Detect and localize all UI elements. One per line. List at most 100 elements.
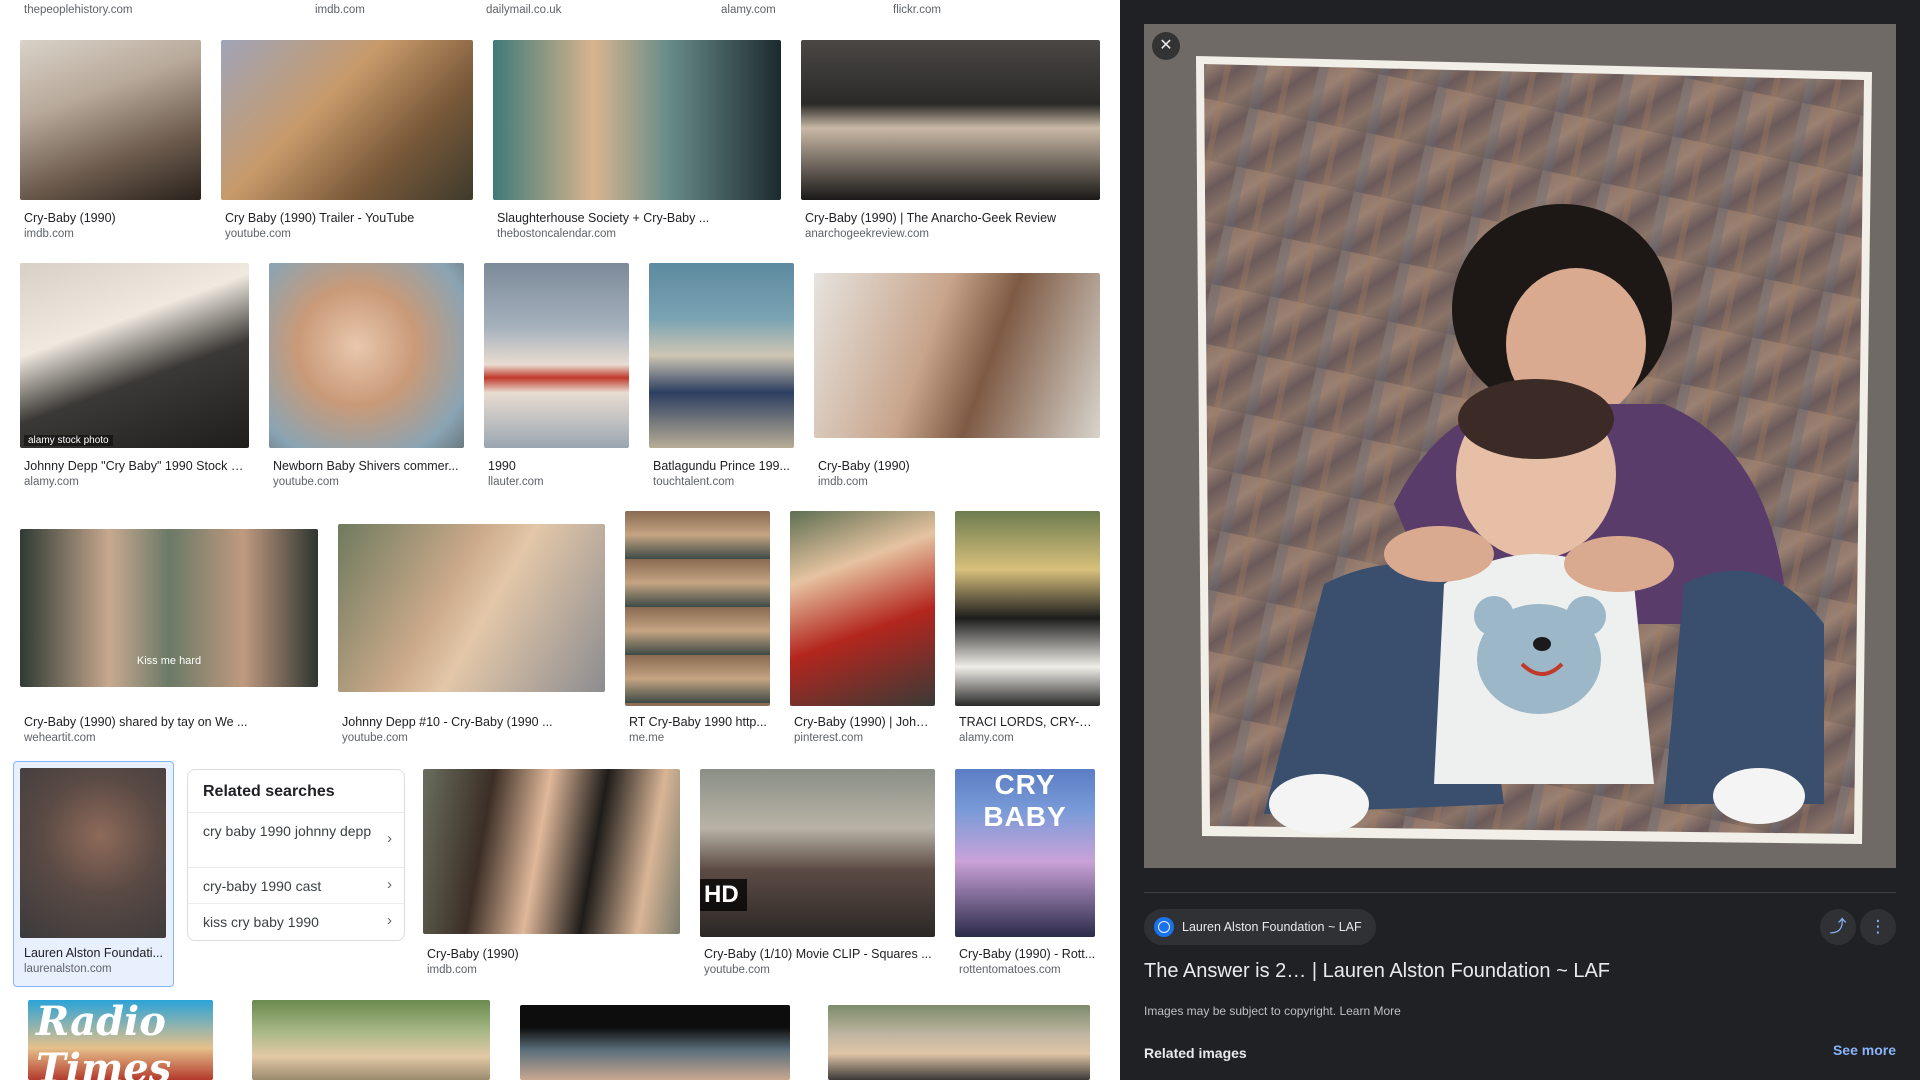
- result-title[interactable]: Cry-Baby (1990): [427, 946, 678, 962]
- image-result[interactable]: Kiss me hard Cry-Baby (1990) shared by t…: [20, 511, 318, 749]
- copyright-text: Images may be subject to copyright.: [1144, 1004, 1337, 1018]
- image-result[interactable]: Cry-Baby (1990) | John... pinterest.com: [790, 511, 935, 749]
- result-thumbnail[interactable]: [20, 768, 166, 938]
- image-result[interactable]: Cry-Baby (1990) imdb.com: [20, 40, 201, 245]
- result-thumbnail[interactable]: [790, 511, 935, 706]
- result-source: anarchogeekreview.com: [805, 228, 930, 240]
- result-thumbnail[interactable]: [484, 263, 629, 448]
- result-source: imdb.com: [427, 964, 477, 976]
- thumbnail-caption: Kiss me hard: [136, 655, 202, 667]
- result-thumbnail[interactable]: [20, 40, 201, 200]
- result-title[interactable]: Johnny Depp "Cry Baby" 1990 Stock P...: [24, 458, 247, 474]
- see-more-link[interactable]: See more: [1833, 1042, 1896, 1058]
- result-source: youtube.com: [704, 964, 770, 976]
- divider: [1144, 892, 1896, 893]
- result-title[interactable]: Cry-Baby (1990) shared by tay on We ...: [24, 714, 316, 730]
- source-chip[interactable]: Lauren Alston Foundation ~ LAF: [1144, 909, 1376, 945]
- result-thumbnail[interactable]: [423, 769, 680, 934]
- image-result-selected[interactable]: Lauren Alston Foundati... laurenalston.co…: [20, 768, 166, 982]
- related-searches-title: Related searches: [203, 783, 335, 800]
- more-vert-icon[interactable]: ⋮: [1860, 909, 1896, 945]
- result-thumbnail[interactable]: [252, 1000, 490, 1080]
- source-label[interactable]: Lauren Alston Foundation ~ LAF: [1182, 920, 1362, 934]
- result-thumbnail[interactable]: Kiss me hard: [20, 529, 318, 687]
- chevron-right-icon: ›: [387, 876, 392, 893]
- top-source-1: thepeoplehistory.com: [24, 4, 133, 16]
- result-title[interactable]: Johnny Depp #10 - Cry-Baby (1990 ...: [342, 714, 603, 730]
- share-icon[interactable]: ⤴: [1820, 909, 1856, 945]
- result-source: weheartit.com: [24, 732, 96, 744]
- result-thumbnail[interactable]: [493, 40, 781, 200]
- result-title[interactable]: Slaughterhouse Society + Cry-Baby ...: [497, 210, 779, 226]
- image-result[interactable]: Cry-Baby (1990) imdb.com: [814, 263, 1100, 493]
- result-title[interactable]: Batlagundu Prince 199...: [653, 458, 792, 474]
- result-thumbnail[interactable]: [269, 263, 464, 448]
- result-source: alamy.com: [959, 732, 1014, 744]
- image-result[interactable]: Batlagundu Prince 199... touchtalent.com: [649, 263, 794, 493]
- related-search-label[interactable]: cry baby 1990 johnny depp: [203, 822, 373, 840]
- result-thumbnail[interactable]: Radio Times: [28, 1000, 213, 1080]
- learn-more-link[interactable]: Learn More: [1339, 1004, 1400, 1018]
- result-thumbnail[interactable]: [828, 1005, 1090, 1080]
- result-title[interactable]: Cry-Baby (1/10) Movie CLIP - Squares ...: [704, 946, 933, 962]
- close-icon[interactable]: ✕: [1152, 32, 1180, 60]
- hd-badge: HD: [700, 879, 747, 911]
- result-source: imdb.com: [24, 228, 74, 240]
- image-result[interactable]: HD Cry-Baby (1/10) Movie CLIP - Squares …: [700, 769, 935, 982]
- result-thumbnail[interactable]: [814, 273, 1100, 438]
- image-result[interactable]: CRY BABY Cry-Baby (1990) - Rott... rotten…: [955, 769, 1100, 982]
- viewer-title[interactable]: The Answer is 2… | Lauren Alston Foundat…: [1144, 960, 1610, 983]
- result-thumbnail[interactable]: [801, 40, 1100, 200]
- top-source-5: flickr.com: [893, 4, 941, 16]
- image-result[interactable]: TRACI LORDS, CRY-BA... alamy.com: [955, 511, 1100, 749]
- result-thumbnail[interactable]: [955, 511, 1100, 706]
- result-source: alamy.com: [24, 476, 79, 488]
- result-title[interactable]: Cry-Baby (1990) | The Anarcho-Geek Revie…: [805, 210, 1098, 226]
- image-result[interactable]: Johnny Depp #10 - Cry-Baby (1990 ... yout…: [338, 511, 605, 749]
- result-thumbnail[interactable]: HD: [700, 769, 935, 937]
- image-result[interactable]: [828, 1000, 1090, 1080]
- poster-text: CRY BABY: [983, 769, 1067, 832]
- top-source-2: imdb.com: [315, 4, 365, 16]
- result-thumbnail[interactable]: [649, 263, 794, 448]
- image-result[interactable]: Cry-Baby (1990) | The Anarcho-Geek Revie…: [801, 40, 1100, 245]
- result-thumbnail[interactable]: [625, 511, 770, 706]
- image-result[interactable]: Slaughterhouse Society + Cry-Baby ... the…: [493, 40, 781, 245]
- related-search-label[interactable]: cry-baby 1990 cast: [203, 877, 373, 895]
- result-title[interactable]: Cry-Baby (1990): [818, 458, 1098, 474]
- result-title[interactable]: Cry-Baby (1990) | John...: [794, 714, 933, 730]
- result-title[interactable]: 1990: [488, 458, 627, 474]
- image-viewer-panel: ✕ Lauren Alston Foundation ~ LAF ⤴ ⋮ The…: [1120, 0, 1920, 1080]
- result-source: pinterest.com: [794, 732, 864, 744]
- result-source: youtube.com: [225, 228, 291, 240]
- image-result[interactable]: alamy stock photo Johnny Depp "Cry Baby"…: [20, 263, 249, 493]
- result-thumbnail[interactable]: [520, 1005, 790, 1080]
- result-title[interactable]: RT Cry-Baby 1990 http...: [629, 714, 768, 730]
- result-title[interactable]: Lauren Alston Foundati...: [24, 945, 164, 961]
- related-search-label[interactable]: kiss cry baby 1990: [203, 913, 373, 931]
- result-title[interactable]: Cry Baby (1990) Trailer - YouTube: [225, 210, 471, 226]
- image-result[interactable]: Newborn Baby Shivers commer... youtube.co…: [269, 263, 464, 493]
- result-thumbnail[interactable]: CRY BABY: [955, 769, 1095, 937]
- image-result[interactable]: RT Cry-Baby 1990 http... me.me: [625, 511, 770, 749]
- result-title[interactable]: Newborn Baby Shivers commer...: [273, 458, 462, 474]
- image-result[interactable]: [520, 1000, 790, 1080]
- image-result[interactable]: Radio Times: [28, 1000, 213, 1080]
- related-search-item[interactable]: cry baby 1990 johnny depp ›: [188, 812, 404, 868]
- image-result[interactable]: 1990 llauter.com: [484, 263, 629, 493]
- image-result[interactable]: Cry Baby (1990) Trailer - YouTube youtube…: [221, 40, 473, 245]
- result-thumbnail[interactable]: alamy stock photo: [20, 263, 249, 448]
- image-result[interactable]: [252, 1000, 490, 1080]
- related-images-heading: Related images: [1144, 1045, 1247, 1061]
- related-search-item[interactable]: kiss cry baby 1990 ›: [188, 903, 404, 940]
- result-source: youtube.com: [342, 732, 408, 744]
- image-result[interactable]: Cry-Baby (1990) imdb.com: [423, 769, 680, 982]
- result-title[interactable]: TRACI LORDS, CRY-BA...: [959, 714, 1098, 730]
- preview-image[interactable]: ✕: [1144, 24, 1896, 868]
- result-thumbnail[interactable]: [221, 40, 473, 200]
- result-thumbnail[interactable]: [338, 524, 605, 692]
- result-title[interactable]: Cry-Baby (1990): [24, 210, 199, 226]
- related-search-item[interactable]: cry-baby 1990 cast ›: [188, 867, 404, 904]
- result-title[interactable]: Cry-Baby (1990) - Rott...: [959, 946, 1098, 962]
- globe-icon: [1154, 917, 1174, 937]
